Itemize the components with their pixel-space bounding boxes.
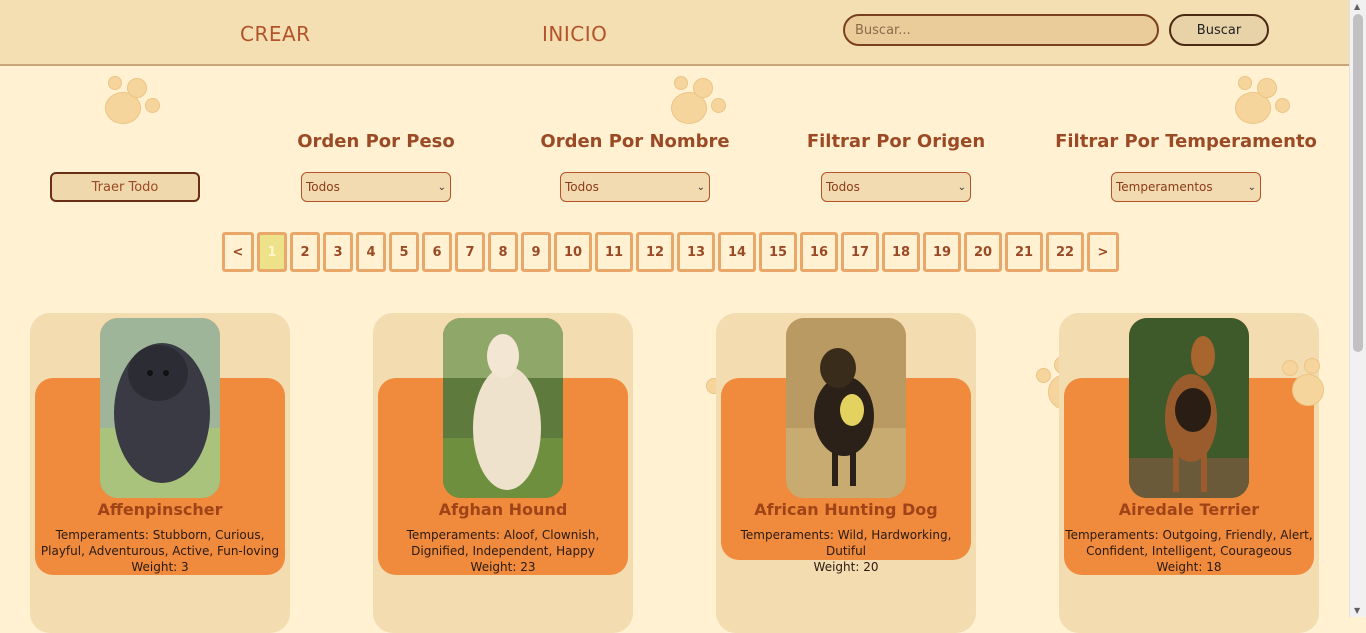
chevron-down-icon: ⌄: [1247, 181, 1256, 193]
chevron-down-icon: ⌄: [696, 181, 705, 193]
select-orden-peso[interactable]: Todos ⌄: [301, 172, 451, 202]
filter-title-peso: Orden Por Peso: [297, 131, 455, 152]
page-button-13[interactable]: 13: [677, 232, 715, 272]
top-navbar: CREAR INICIO Buscar: [0, 0, 1350, 66]
select-value: Todos: [306, 180, 340, 194]
filter-title-temperamento: Filtrar Por Temperamento: [1055, 131, 1317, 152]
page-button-18[interactable]: 18: [882, 232, 920, 272]
page-button-21[interactable]: 21: [1005, 232, 1043, 272]
page-button-7[interactable]: 7: [455, 232, 485, 272]
dog-details: Temperaments: Aloof, Clownish, Dignified…: [378, 527, 628, 575]
page-button-19[interactable]: 19: [923, 232, 961, 272]
dog-weight: Weight: 23: [470, 560, 536, 574]
page-button-8[interactable]: 8: [488, 232, 518, 272]
page-button-16[interactable]: 16: [800, 232, 838, 272]
select-filtrar-origen[interactable]: Todos ⌄: [821, 172, 971, 202]
dog-card[interactable]: African Hunting Dog Temperaments: Wild, …: [716, 313, 976, 633]
page-button-2[interactable]: 2: [290, 232, 320, 272]
page-button-12[interactable]: 12: [636, 232, 674, 272]
scrollbar-thumb[interactable]: [1353, 14, 1363, 352]
nav-link-crear[interactable]: CREAR: [240, 22, 311, 46]
nav-link-inicio[interactable]: INICIO: [542, 22, 607, 46]
page-button-4[interactable]: 4: [356, 232, 386, 272]
dog-image: [100, 318, 220, 498]
select-orden-nombre[interactable]: Todos ⌄: [560, 172, 710, 202]
dog-name: Afghan Hound: [438, 500, 568, 519]
page-button-5[interactable]: 5: [389, 232, 419, 272]
page-button-9[interactable]: 9: [521, 232, 551, 272]
dog-card[interactable]: Affenpinscher Temperaments: Stubborn, Cu…: [30, 313, 290, 633]
chevron-down-icon: ⌄: [437, 181, 446, 193]
dog-card[interactable]: Afghan Hound Temperaments: Aloof, Clowni…: [373, 313, 633, 633]
page-button-22[interactable]: 22: [1046, 232, 1084, 272]
select-value: Todos: [826, 180, 860, 194]
paw-print-icon: [668, 74, 728, 130]
dog-temperaments: Temperaments: Stubborn, Curious, Playful…: [40, 528, 280, 558]
dog-name: Airedale Terrier: [1118, 500, 1260, 519]
dog-name: African Hunting Dog: [754, 500, 938, 519]
traer-todo-button[interactable]: Traer Todo: [50, 172, 200, 202]
search-input[interactable]: [843, 14, 1159, 46]
page-prev-button[interactable]: <: [222, 232, 254, 272]
dog-details: Temperaments: Outgoing, Friendly, Alert,…: [1064, 527, 1314, 575]
dog-temperaments: Temperaments: Outgoing, Friendly, Alert,…: [1065, 528, 1313, 558]
paw-print-icon: [102, 74, 162, 130]
dog-temperaments: Temperaments: Aloof, Clownish, Dignified…: [406, 528, 600, 558]
dog-weight: Weight: 3: [131, 560, 189, 574]
scroll-up-icon[interactable]: ▲: [1354, 2, 1360, 11]
dog-image: [1129, 318, 1249, 498]
page-button-11[interactable]: 11: [595, 232, 633, 272]
page-button-20[interactable]: 20: [964, 232, 1002, 272]
page-button-15[interactable]: 15: [759, 232, 797, 272]
search-button[interactable]: Buscar: [1169, 14, 1269, 46]
page-button-17[interactable]: 17: [841, 232, 879, 272]
select-value: Todos: [565, 180, 599, 194]
filter-title-nombre: Orden Por Nombre: [540, 131, 730, 152]
pagination: < 1 2 3 4 5 6 7 8 9 10 11 12 13 14 15 16 17 18 19 20 21 22 >: [222, 232, 1119, 272]
dog-details: Temperaments: Stubborn, Curious, Playful…: [35, 527, 285, 575]
paw-print-icon: [1280, 356, 1330, 406]
page-button-10[interactable]: 10: [554, 232, 592, 272]
dog-weight: Weight: 20: [813, 560, 879, 574]
dog-image: [443, 318, 563, 498]
page-button-3[interactable]: 3: [323, 232, 353, 272]
select-filtrar-temperamento[interactable]: Temperamentos ⌄: [1111, 172, 1261, 202]
page-next-button[interactable]: >: [1087, 232, 1119, 272]
chevron-down-icon: ⌄: [957, 181, 966, 193]
page-button-14[interactable]: 14: [718, 232, 756, 272]
select-value: Temperamentos: [1116, 180, 1213, 194]
page-button-1[interactable]: 1: [257, 232, 287, 272]
dog-weight: Weight: 18: [1156, 560, 1222, 574]
dog-name: Affenpinscher: [97, 500, 223, 519]
filter-title-origen: Filtrar Por Origen: [806, 131, 986, 152]
page-button-6[interactable]: 6: [422, 232, 452, 272]
dog-image: [786, 318, 906, 498]
scroll-down-icon[interactable]: ▼: [1354, 606, 1360, 615]
dog-temperaments: Temperaments: Wild, Hardworking, Dutiful: [740, 528, 952, 558]
paw-print-icon: [1232, 74, 1292, 130]
dog-details: Temperaments: Wild, Hardworking, Dutiful…: [721, 527, 971, 575]
page-scrollbar[interactable]: ▲ ▼: [1349, 0, 1366, 617]
